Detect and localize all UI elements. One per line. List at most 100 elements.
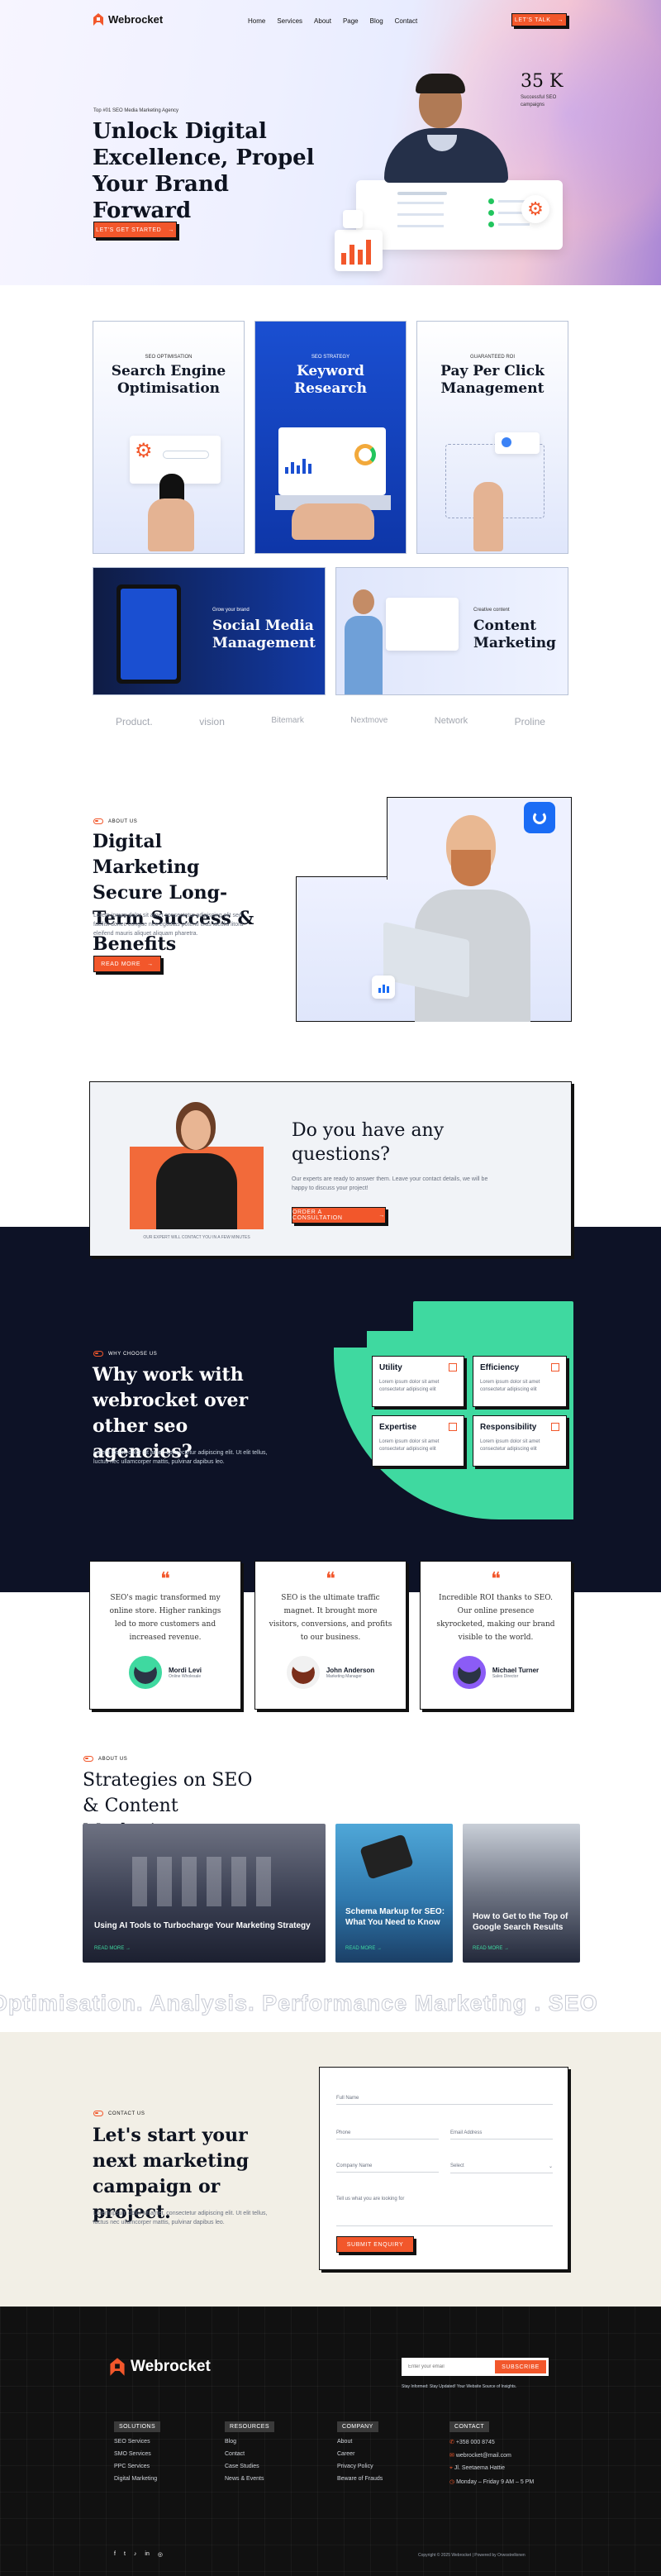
service-card-seo[interactable]: SEO Optimisation Search Engine Optimisat… bbox=[93, 321, 245, 554]
service-card-social[interactable]: Grow your brand Social Media Management bbox=[93, 567, 326, 695]
hero-tag: Top #01 SEO Media Marketing Agency bbox=[93, 108, 179, 113]
footer-link[interactable]: Career bbox=[337, 2451, 428, 2457]
gear-icon: ⚙ bbox=[135, 440, 153, 462]
order-consultation-button[interactable]: Order a Consultation → bbox=[292, 1207, 386, 1224]
contact-form: Full Name Phone Email Address Company Na… bbox=[319, 2067, 568, 2270]
nav-page[interactable]: Page bbox=[343, 17, 359, 25]
footer-link[interactable]: News & Events bbox=[225, 2476, 316, 2482]
brand-name: Webrocket bbox=[131, 2358, 211, 2375]
feature-title: Expertise bbox=[379, 1423, 417, 1432]
newsletter-form: Subscribe bbox=[402, 2358, 549, 2376]
subscribe-button[interactable]: Subscribe bbox=[495, 2360, 546, 2373]
man-photo bbox=[383, 815, 544, 1022]
chart-card bbox=[335, 230, 383, 271]
client-logo: Product. bbox=[116, 716, 153, 727]
feature-utility[interactable]: Utility Lorem ipsum dolor sit amet conse… bbox=[372, 1356, 464, 1407]
testimonial-role: Sales Director bbox=[492, 1673, 519, 1679]
footer-link[interactable]: Case Studies bbox=[225, 2464, 316, 2469]
footer-link[interactable]: Blog bbox=[225, 2439, 316, 2445]
footer-link[interactable]: SEO Services bbox=[114, 2439, 205, 2445]
footer-link[interactable]: Privacy Policy bbox=[337, 2464, 428, 2469]
select-dropdown[interactable]: Select ⌄ bbox=[450, 2163, 553, 2173]
email-field[interactable]: Email Address bbox=[450, 2130, 553, 2140]
read-more-button[interactable]: Read More → bbox=[93, 956, 161, 972]
blog-card[interactable]: Using AI Tools to Turbocharge Your Marke… bbox=[83, 1824, 326, 1963]
feature-text: Lorem ipsum dolor sit amet consectetur a… bbox=[480, 1380, 540, 1392]
submit-enquiry-button[interactable]: Submit Enquiry bbox=[336, 2236, 414, 2253]
location-icon: ⌖ bbox=[449, 2465, 453, 2471]
feature-icon bbox=[449, 1423, 457, 1431]
service-tag: Creative content bbox=[473, 608, 510, 613]
contact-text: Lorem ipsum dolor sit amet, consectetur … bbox=[93, 2211, 268, 2225]
rocket-logo-icon bbox=[110, 2358, 125, 2376]
small-card bbox=[343, 210, 363, 228]
testimonial-role: Marketing Manager bbox=[326, 1673, 362, 1679]
newsletter-subtext: Stay Informed: Stay Updated! Your Websit… bbox=[402, 2384, 517, 2389]
read-more-link[interactable]: Read More → bbox=[94, 1946, 131, 1951]
testimonial-card: ❝ SEO's magic transformed my online stor… bbox=[89, 1561, 241, 1710]
questions-caption: Our expert will contact you in a few min… bbox=[143, 1235, 250, 1240]
footer-contact-hours: ◷ Monday – Friday 9 AM – 5 PM bbox=[449, 2479, 535, 2485]
logo[interactable]: Webrocket bbox=[93, 13, 163, 26]
full-name-field[interactable]: Full Name bbox=[336, 2096, 553, 2105]
footer-link[interactable]: SMO Services bbox=[114, 2451, 205, 2457]
nav-services[interactable]: Services bbox=[277, 17, 302, 25]
service-card-keyword[interactable]: SEO Strategy Keyword Research bbox=[254, 321, 407, 554]
nav-blog[interactable]: Blog bbox=[370, 17, 383, 25]
footer-link[interactable]: About bbox=[337, 2439, 428, 2445]
social-icons: f t ♪ in ◎ bbox=[114, 2551, 163, 2558]
footer-link[interactable]: PPC Services bbox=[114, 2464, 205, 2469]
read-more-link[interactable]: Read More → bbox=[345, 1946, 382, 1951]
footer-link[interactable]: Contact bbox=[225, 2451, 316, 2457]
pill-icon bbox=[83, 1756, 93, 1762]
nav-about[interactable]: About bbox=[314, 17, 331, 25]
tiktok-icon[interactable]: ♪ bbox=[134, 2551, 137, 2558]
seo-illustration: ⚙ bbox=[113, 427, 226, 551]
about-image bbox=[296, 797, 572, 1022]
company-field[interactable]: Company Name bbox=[336, 2163, 439, 2173]
lets-talk-button[interactable]: Let's Talk → bbox=[511, 13, 567, 26]
footer-link[interactable]: Digital Marketing bbox=[114, 2476, 205, 2482]
pill-icon bbox=[93, 818, 103, 824]
feature-efficiency[interactable]: Efficiency Lorem ipsum dolor sit amet co… bbox=[473, 1356, 567, 1407]
linkedin-icon[interactable]: in bbox=[145, 2551, 149, 2558]
nav-contact[interactable]: Contact bbox=[395, 17, 418, 25]
service-tag: Grow your brand bbox=[212, 608, 250, 613]
get-started-button[interactable]: Let's Get Started → bbox=[93, 222, 177, 238]
questions-text: Our experts are ready to answer them. Le… bbox=[292, 1176, 488, 1191]
footer-contact-email[interactable]: ✉ webrocket@mail.com bbox=[449, 2452, 565, 2459]
twitter-icon[interactable]: t bbox=[124, 2551, 126, 2558]
nav-home[interactable]: Home bbox=[248, 17, 265, 25]
contact-tag: Contact us bbox=[93, 2111, 145, 2116]
read-more-link[interactable]: Read More → bbox=[473, 1946, 509, 1951]
facebook-icon[interactable]: f bbox=[114, 2551, 116, 2558]
blog-card[interactable]: How to Get to the Top of Google Search R… bbox=[463, 1824, 580, 1963]
instagram-icon[interactable]: ◎ bbox=[158, 2551, 163, 2558]
feature-text: Lorem ipsum dolor sit amet consectetur a… bbox=[480, 1439, 540, 1452]
message-field[interactable]: Tell us what you are looking for bbox=[336, 2197, 553, 2226]
feature-expertise[interactable]: Expertise Lorem ipsum dolor sit amet con… bbox=[372, 1415, 464, 1467]
newsletter-email-input[interactable] bbox=[402, 2358, 492, 2376]
service-card-ppc[interactable]: Guaranteed ROI Pay Per Click Management bbox=[416, 321, 568, 554]
why-text: Lorem ipsum dolor sit amet, consectetur … bbox=[93, 1450, 268, 1465]
phone-field[interactable]: Phone bbox=[336, 2130, 439, 2140]
footer-link[interactable]: Beware of Frauds bbox=[337, 2476, 428, 2482]
service-title: Social Media Management bbox=[212, 618, 316, 651]
footer-col-resources: Resources Blog Contact Case Studies News… bbox=[225, 2417, 316, 2482]
check-icon bbox=[488, 198, 494, 204]
footer-col-solutions: Solutions SEO Services SMO Services PPC … bbox=[114, 2417, 205, 2482]
woman-photo bbox=[345, 589, 383, 694]
content-screen bbox=[386, 598, 459, 651]
footer-contact-phone[interactable]: ✆ +358 000 8745 bbox=[449, 2439, 565, 2445]
blog-post-title: How to Get to the Top of Google Search R… bbox=[473, 1912, 568, 1932]
footer-col-contact: Contact ✆ +358 000 8745 ✉ webrocket@mail… bbox=[449, 2417, 565, 2485]
footer-logo[interactable]: Webrocket bbox=[109, 2358, 211, 2376]
blog-card[interactable]: Schema Markup for SEO: What You Need to … bbox=[335, 1824, 453, 1963]
quote-icon: ❝ bbox=[326, 1569, 335, 1590]
questions-photo bbox=[130, 1102, 264, 1229]
feature-responsibility[interactable]: Responsibility Lorem ipsum dolor sit ame… bbox=[473, 1415, 567, 1467]
service-card-content[interactable]: Creative content Content Marketing bbox=[335, 567, 568, 695]
hero-title: Unlock Digital Excellence, Propel Your B… bbox=[93, 119, 315, 223]
tablet-illustration bbox=[117, 584, 181, 684]
ppc-illustration bbox=[437, 427, 549, 551]
